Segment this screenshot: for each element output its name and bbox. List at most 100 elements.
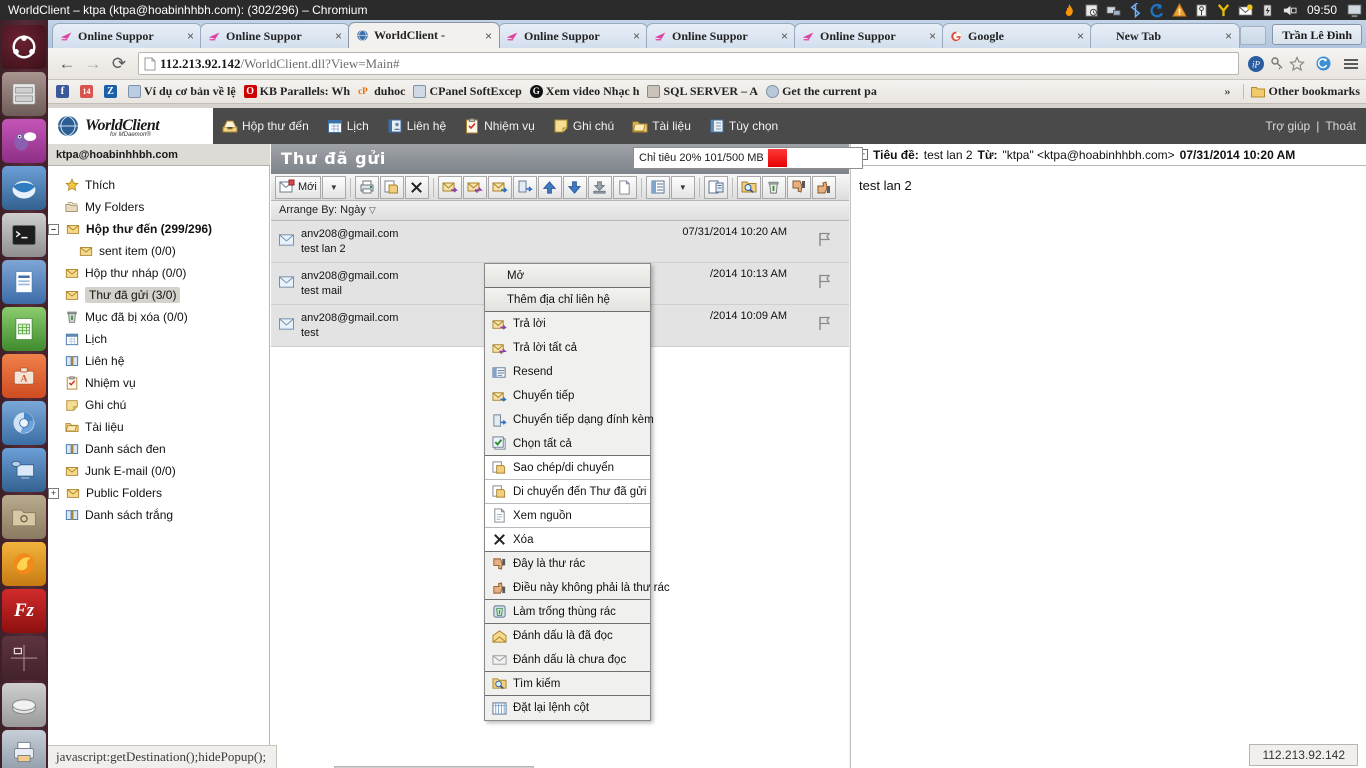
bookmark-duhoc[interactable]: cP duhoc xyxy=(356,84,407,99)
sidebar-item-my-folders[interactable]: My Folders xyxy=(52,196,269,218)
files-icon[interactable] xyxy=(2,72,46,116)
tab-close-icon[interactable]: × xyxy=(1074,29,1087,43)
context-menu-item-move-to-sent[interactable]: Di chuyển đến Thư đã gửi xyxy=(485,480,650,504)
wc-nav-notes[interactable]: Ghi chú xyxy=(544,118,623,134)
bluetooth-icon[interactable] xyxy=(1128,2,1143,18)
sidebar-item-drafts[interactable]: Hộp thư nháp (0/0) xyxy=(52,262,269,284)
tab-4[interactable]: Online Suppor × xyxy=(646,23,796,48)
tab-close-icon[interactable]: × xyxy=(926,29,939,43)
context-menu-item-reply[interactable]: Trả lời xyxy=(485,312,650,336)
sidebar-item-deleted[interactable]: Mục đã bị xóa (0/0) xyxy=(52,306,269,328)
delete-button[interactable] xyxy=(404,175,429,199)
tab-3[interactable]: Online Suppor × xyxy=(498,23,648,48)
forward-button[interactable]: → xyxy=(80,51,106,77)
copy-move-button[interactable] xyxy=(379,175,404,199)
wc-nav-inbox[interactable]: Hộp thư đến xyxy=(213,118,318,134)
address-bar[interactable]: 112.213.92.142/WorldClient.dll?View=Main… xyxy=(138,52,1239,75)
sidebar-item-calendar[interactable]: Lịch xyxy=(52,328,269,350)
sidebar-item-junk[interactable]: Junk E-mail (0/0) xyxy=(52,460,269,482)
context-menu-item-mark-read[interactable]: Đánh dấu là đã đọc xyxy=(485,624,650,648)
user-profile-chip[interactable]: Trần Lê Đình xyxy=(1272,24,1362,45)
clock[interactable]: 09:50 xyxy=(1304,0,1340,20)
back-button[interactable]: ← xyxy=(54,51,80,77)
volume-mute-icon[interactable] xyxy=(1282,3,1297,18)
menu-icon[interactable] xyxy=(1342,56,1360,72)
software-center-icon[interactable]: A xyxy=(2,354,46,398)
context-menu-item-reset-columns[interactable]: Đặt lại lệnh cột xyxy=(485,696,650,720)
context-menu-item-view-source[interactable]: Xem nguồn xyxy=(485,504,650,528)
tab-close-icon[interactable]: × xyxy=(184,29,197,43)
disk-icon[interactable] xyxy=(2,683,46,727)
tab-0[interactable]: Online Suppor × xyxy=(52,23,202,48)
thunderbird-icon[interactable] xyxy=(2,166,46,210)
context-menu-item-select-all[interactable]: Chọn tất cả xyxy=(485,432,650,456)
bookmark-get-current-page[interactable]: Get the current pa xyxy=(764,84,879,99)
spam-button[interactable] xyxy=(786,175,811,199)
new-dropdown[interactable]: ▼ xyxy=(321,175,346,199)
new-button[interactable]: Mới xyxy=(275,175,321,199)
sidebar-item-tasks[interactable]: Nhiệm vụ xyxy=(52,372,269,394)
wc-nav-tasks[interactable]: Nhiệm vụ xyxy=(455,118,544,134)
layout-dropdown[interactable]: ▼ xyxy=(670,175,695,199)
unity-launcher[interactable]: A Fz xyxy=(0,20,48,768)
clipboard-clock-icon[interactable] xyxy=(1084,3,1099,18)
sync-icon[interactable] xyxy=(1150,3,1165,18)
wc-nav-contacts[interactable]: Liên hệ xyxy=(378,118,455,134)
move-down-button[interactable] xyxy=(562,175,587,199)
ip-badge-icon[interactable]: iP xyxy=(1247,55,1265,73)
sidebar-item-documents[interactable]: Tài liệu xyxy=(52,416,269,438)
chromium-icon[interactable] xyxy=(2,401,46,445)
display-icon[interactable] xyxy=(1347,3,1362,18)
context-menu-item-search[interactable]: Tìm kiếm xyxy=(485,672,650,696)
context-menu-item-is-spam[interactable]: Đây là thư rác xyxy=(485,552,650,576)
reply-all-button[interactable] xyxy=(462,175,487,199)
context-menu-item-empty-trash[interactable]: Làm trống thùng rác xyxy=(485,600,650,624)
new-tab-button[interactable] xyxy=(1240,26,1266,45)
arrange-by-bar[interactable]: Arrange By: Ngày ▽ xyxy=(271,201,849,221)
bookmark-vi-du-co-ban[interactable]: Ví dụ cơ bản về lệ xyxy=(126,84,238,99)
bookmark-kb-parallels[interactable]: O KB Parallels: Wh xyxy=(242,84,352,99)
context-menu-item-add-contact[interactable]: Thêm địa chỉ liên hệ xyxy=(485,288,650,312)
filezilla-icon[interactable]: Fz xyxy=(2,589,46,633)
pidgin-icon[interactable] xyxy=(2,119,46,163)
flag-icon[interactable] xyxy=(817,316,831,336)
bookmark-calendar[interactable]: 14 xyxy=(78,85,98,98)
forward-attachment-button[interactable] xyxy=(512,175,537,199)
sidebar-item-sent[interactable]: Thư đã gửi (3/0) xyxy=(52,284,269,306)
terminal-icon[interactable] xyxy=(2,213,46,257)
remote-desktop-icon[interactable] xyxy=(2,448,46,492)
other-bookmarks-folder[interactable]: Other bookmarks xyxy=(1242,84,1360,99)
reload-button[interactable]: ⟳ xyxy=(106,51,132,77)
search-button[interactable] xyxy=(736,175,761,199)
wc-nav-documents[interactable]: Tài liệu xyxy=(623,118,700,134)
context-menu-item-forward[interactable]: Chuyển tiếp xyxy=(485,384,650,408)
view-source-button[interactable] xyxy=(612,175,637,199)
archive-button[interactable] xyxy=(587,175,612,199)
not-spam-button[interactable] xyxy=(811,175,836,199)
libreoffice-writer-icon[interactable] xyxy=(2,260,46,304)
battery-icon[interactable] xyxy=(1260,3,1275,18)
context-menu-item-mark-unread[interactable]: Đánh dấu là chưa đọc xyxy=(485,648,650,672)
flame-icon[interactable] xyxy=(1062,3,1077,18)
context-menu-item-forward-attachment[interactable]: Chuyển tiếp dạng đính kèm xyxy=(485,408,654,432)
warning-icon[interactable] xyxy=(1172,2,1187,18)
context-menu-item-not-spam[interactable]: Điều này không phải là thư rác xyxy=(485,576,670,600)
libreoffice-calc-icon[interactable] xyxy=(2,307,46,351)
layout-button[interactable] xyxy=(645,175,670,199)
bookmark-zing[interactable]: Z xyxy=(102,85,122,98)
wc-nav-options[interactable]: Tùy chọn xyxy=(700,118,787,134)
context-menu-item-resend[interactable]: Resend xyxy=(485,360,650,384)
worldclient-logo[interactable]: WorldClient for MDaemon® xyxy=(48,108,213,144)
context-menu-item-reply-all[interactable]: Trả lời tất cả xyxy=(485,336,650,360)
sidebar-item-inbox[interactable]: – Hộp thư đến (299/296) xyxy=(48,218,269,240)
context-menu-item-copy-move[interactable]: Sao chép/di chuyển xyxy=(485,456,650,480)
flag-icon[interactable] xyxy=(817,274,831,294)
folder-icon[interactable] xyxy=(2,495,46,539)
bookmark-sql-server[interactable]: SQL SERVER – A xyxy=(645,84,760,99)
logout-link[interactable]: Thoát xyxy=(1325,119,1356,133)
key-icon[interactable] xyxy=(1194,3,1209,18)
reading-pane-button[interactable] xyxy=(703,175,728,199)
tab-6[interactable]: Google × xyxy=(942,23,1092,48)
reply-button[interactable] xyxy=(437,175,462,199)
collapse-icon[interactable]: – xyxy=(48,223,59,235)
